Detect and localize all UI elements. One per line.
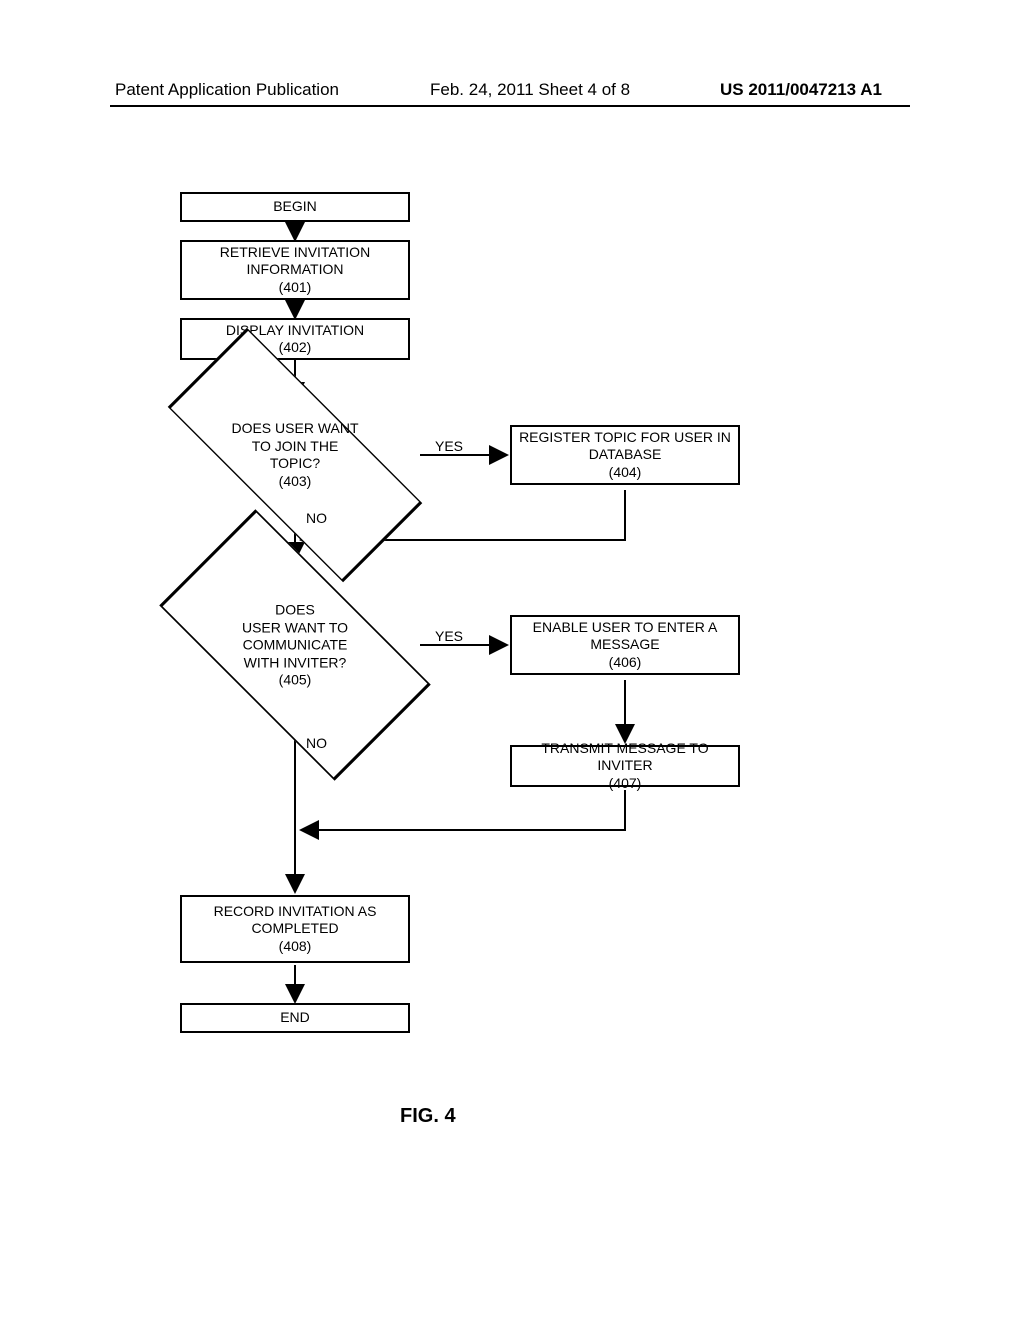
- node-408: RECORD INVITATION AS COMPLETED (408): [180, 895, 410, 963]
- figure-label: FIG. 4: [400, 1105, 456, 1128]
- node-407-line1: TRANSMIT MESSAGE TO INVITER: [518, 740, 732, 775]
- node-408-line3: (408): [279, 938, 312, 956]
- node-406: ENABLE USER TO ENTER A MESSAGE (406): [510, 615, 740, 675]
- node-408-line1: RECORD INVITATION AS: [214, 903, 377, 921]
- node-406-line2: MESSAGE: [590, 636, 659, 654]
- node-404: REGISTER TOPIC FOR USER IN DATABASE (404…: [510, 425, 740, 485]
- edge-403-yes: YES: [435, 438, 463, 454]
- node-404-line3: (404): [609, 464, 642, 482]
- node-406-line1: ENABLE USER TO ENTER A: [533, 619, 718, 637]
- node-406-line3: (406): [609, 654, 642, 672]
- node-401-line2: INFORMATION: [247, 261, 344, 279]
- node-end: END: [180, 1003, 410, 1033]
- header-rule: [110, 105, 910, 107]
- node-407-line2: (407): [609, 775, 642, 793]
- node-begin: BEGIN: [180, 192, 410, 222]
- node-403: DOES USER WANT TO JOIN THE TOPIC? (403): [215, 375, 375, 535]
- node-404-line2: DATABASE: [589, 446, 662, 464]
- node-402: DISPLAY INVITATION (402): [180, 318, 410, 360]
- edge-403-no: NO: [306, 510, 327, 526]
- header-center: Feb. 24, 2011 Sheet 4 of 8: [430, 80, 630, 100]
- edge-405-no: NO: [306, 735, 327, 751]
- node-end-label: END: [280, 1009, 310, 1027]
- node-405-label: DOES USER WANT TO COMMUNICATE WITH INVIT…: [210, 601, 380, 689]
- node-405: DOES USER WANT TO COMMUNICATE WITH INVIT…: [215, 565, 375, 725]
- node-407: TRANSMIT MESSAGE TO INVITER (407): [510, 745, 740, 787]
- node-408-line2: COMPLETED: [251, 920, 338, 938]
- node-begin-label: BEGIN: [273, 198, 317, 216]
- header-right: US 2011/0047213 A1: [720, 80, 882, 100]
- edge-405-yes: YES: [435, 628, 463, 644]
- node-402-line2: (402): [279, 339, 312, 357]
- node-401: RETRIEVE INVITATION INFORMATION (401): [180, 240, 410, 300]
- node-403-label: DOES USER WANT TO JOIN THE TOPIC? (403): [215, 420, 375, 490]
- node-401-line3: (401): [279, 279, 312, 297]
- node-401-line1: RETRIEVE INVITATION: [220, 244, 370, 262]
- node-404-line1: REGISTER TOPIC FOR USER IN: [519, 429, 731, 447]
- header-left: Patent Application Publication: [115, 80, 339, 100]
